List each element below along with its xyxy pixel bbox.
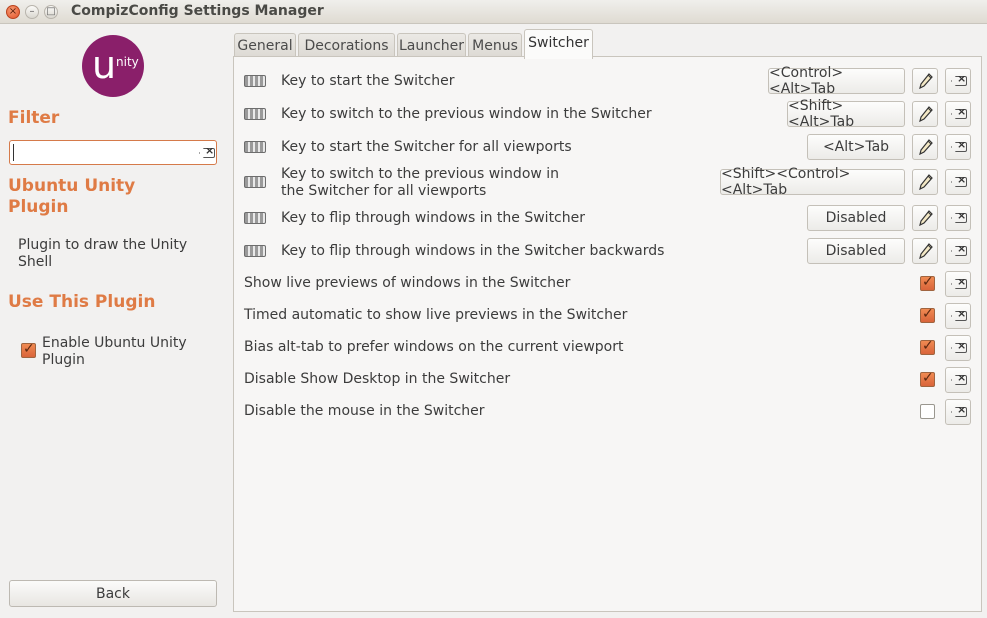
clear-icon <box>951 375 967 385</box>
setting-checkbox[interactable] <box>920 338 935 355</box>
minimize-window-button[interactable]: – <box>25 5 39 19</box>
edit-binding-button[interactable] <box>912 205 938 231</box>
pencil-icon <box>919 210 933 226</box>
pencil-icon <box>919 73 933 89</box>
keyboard-icon <box>244 176 266 188</box>
tab-switcher[interactable]: Switcher <box>524 29 593 59</box>
key-binding-button[interactable]: Disabled <box>807 205 905 231</box>
minimize-icon: – <box>29 6 35 17</box>
use-plugin-heading: Use This Plugin <box>8 292 156 312</box>
setting-label: Show live previews of windows in the Swi… <box>244 275 571 291</box>
clear-icon <box>951 213 967 223</box>
edit-binding-button[interactable] <box>912 238 938 264</box>
filter-heading: Filter <box>8 108 60 128</box>
clear-icon <box>951 109 967 119</box>
tab-decorations[interactable]: Decorations <box>298 33 395 58</box>
setting-checkbox[interactable] <box>920 404 935 419</box>
tab-general[interactable]: General <box>234 33 296 58</box>
pencil-icon <box>919 139 933 155</box>
tab-launcher[interactable]: Launcher <box>397 33 466 58</box>
reset-setting-button[interactable] <box>945 399 971 425</box>
reset-setting-button[interactable] <box>945 238 971 264</box>
logo-text-big: u <box>92 43 117 87</box>
keyboard-icon <box>244 245 266 257</box>
setting-checkbox[interactable] <box>920 274 935 291</box>
keyboard-icon <box>244 75 266 87</box>
reset-setting-button[interactable] <box>945 271 971 297</box>
clear-icon <box>951 76 967 86</box>
edit-binding-button[interactable] <box>912 68 938 94</box>
setting-label-line1: Key to switch to the previous window in <box>281 166 560 182</box>
edit-binding-button[interactable] <box>912 169 938 195</box>
window-title: CompizConfig Settings Manager <box>71 3 324 19</box>
setting-label: Key to flip through windows in the Switc… <box>281 243 665 259</box>
edit-binding-button[interactable] <box>912 101 938 127</box>
edit-binding-button[interactable] <box>912 134 938 160</box>
setting-label: Disable Show Desktop in the Switcher <box>244 371 511 387</box>
plugin-description: Plugin to draw the Unity Shell <box>18 237 188 270</box>
filter-input[interactable] <box>13 144 193 161</box>
reset-setting-button[interactable] <box>945 205 971 231</box>
clear-icon <box>951 343 967 353</box>
key-binding-button[interactable]: <Alt>Tab <box>807 134 905 160</box>
filter-field[interactable] <box>9 140 217 165</box>
key-binding-button[interactable]: Disabled <box>807 238 905 264</box>
maximize-window-button[interactable]: □ <box>44 5 58 19</box>
enable-plugin-label: Enable Ubuntu Unity Plugin <box>42 335 187 368</box>
key-binding-button[interactable]: <Shift><Control><Alt>Tab <box>720 166 905 198</box>
pencil-icon <box>919 174 933 190</box>
clear-icon <box>951 407 967 417</box>
plugin-heading: Ubuntu Unity Plugin <box>8 176 136 217</box>
clear-icon <box>951 246 967 256</box>
setting-label: Key to switch to the previous window in … <box>281 106 652 122</box>
keyboard-icon <box>244 108 266 120</box>
pencil-icon <box>919 243 933 259</box>
reset-setting-button[interactable] <box>945 68 971 94</box>
setting-label-line2: the Switcher for all viewports <box>281 183 487 199</box>
keyboard-icon <box>244 212 266 224</box>
reset-setting-button[interactable] <box>945 169 971 195</box>
reset-setting-button[interactable] <box>945 367 971 393</box>
reset-setting-button[interactable] <box>945 335 971 361</box>
key-binding-button[interactable]: <Control><Alt>Tab <box>768 65 905 97</box>
reset-setting-button[interactable] <box>945 101 971 127</box>
enable-plugin-checkbox[interactable] <box>21 341 36 358</box>
clear-filter-icon[interactable] <box>199 148 215 158</box>
close-icon: × <box>8 6 18 17</box>
setting-checkbox[interactable] <box>920 370 935 387</box>
title-bar: × – □ CompizConfig Settings Manager <box>0 0 987 24</box>
setting-label: Key to flip through windows in the Switc… <box>281 210 585 226</box>
clear-icon <box>951 279 967 289</box>
setting-label: Key to start the Switcher for all viewpo… <box>281 139 572 155</box>
clear-icon <box>951 311 967 321</box>
unity-logo-icon: u nity <box>82 35 144 97</box>
key-binding-button[interactable]: <Shift><Alt>Tab <box>787 98 905 130</box>
reset-setting-button[interactable] <box>945 303 971 329</box>
reset-setting-button[interactable] <box>945 134 971 160</box>
pencil-icon <box>919 106 933 122</box>
tab-menus[interactable]: Menus <box>468 33 522 58</box>
setting-label: Timed automatic to show live previews in… <box>244 307 628 323</box>
logo-text-small: nity <box>116 55 139 69</box>
setting-checkbox[interactable] <box>920 306 935 323</box>
setting-label: Bias alt-tab to prefer windows on the cu… <box>244 339 624 355</box>
close-window-button[interactable]: × <box>6 5 20 19</box>
clear-icon <box>951 177 967 187</box>
setting-label: Key to start the Switcher <box>281 73 455 89</box>
setting-label: Disable the mouse in the Switcher <box>244 403 485 419</box>
keyboard-icon <box>244 141 266 153</box>
clear-icon <box>951 142 967 152</box>
maximize-icon: □ <box>46 6 56 17</box>
back-button[interactable]: Back <box>9 580 217 607</box>
